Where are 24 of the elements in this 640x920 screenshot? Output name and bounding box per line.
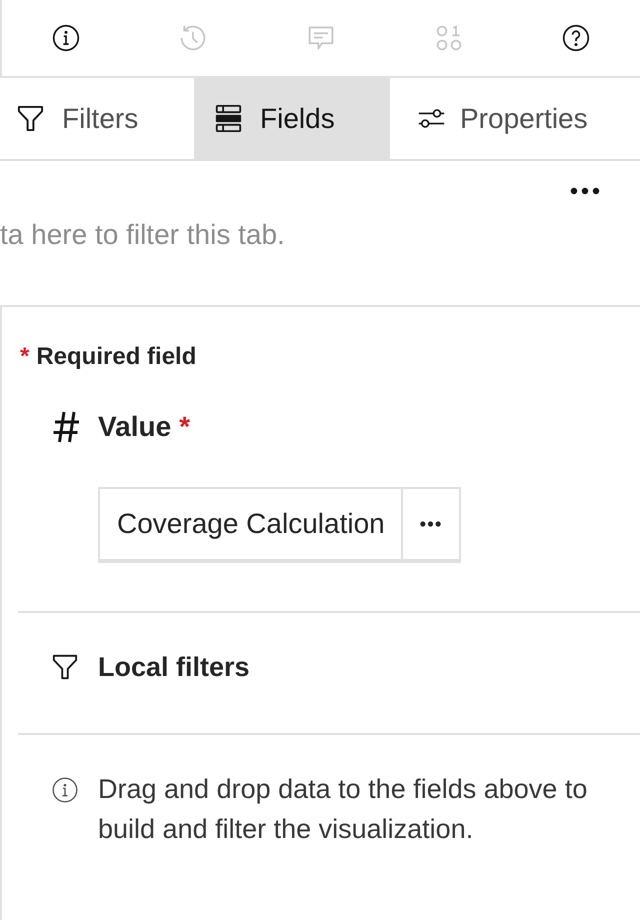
tab[interactable]: Fields: [194, 78, 390, 159]
info-icon: [52, 777, 78, 803]
required-asterisk: *: [179, 411, 190, 443]
info-icon: [52, 24, 80, 52]
binary-icon: [434, 24, 463, 52]
hash-icon: [52, 411, 80, 443]
section-label: Local filters: [98, 652, 250, 682]
overflow-menu-button[interactable]: [570, 187, 600, 195]
overflow-menu-icon: [570, 187, 600, 195]
required-field-label: Required field: [36, 342, 196, 372]
section-label: Value: [98, 411, 172, 443]
stacked-fields-icon: [215, 105, 242, 132]
overflow-menu-icon: [420, 521, 442, 527]
drop-hint-text: ta here to filter this tab.: [0, 218, 286, 252]
required-asterisk: *: [20, 342, 30, 372]
funnel-icon: [17, 105, 44, 132]
field-chip[interactable]: Coverage Calculation: [98, 487, 461, 563]
info-text: Drag and drop data to the fields above to build and filter the visualization.: [98, 773, 588, 846]
history-icon: [179, 24, 208, 52]
info-button[interactable]: [52, 24, 80, 52]
funnel-icon: [52, 654, 78, 680]
speech-bubble-icon: [306, 24, 335, 52]
help-icon: [562, 24, 590, 52]
help-button[interactable]: [562, 24, 590, 52]
